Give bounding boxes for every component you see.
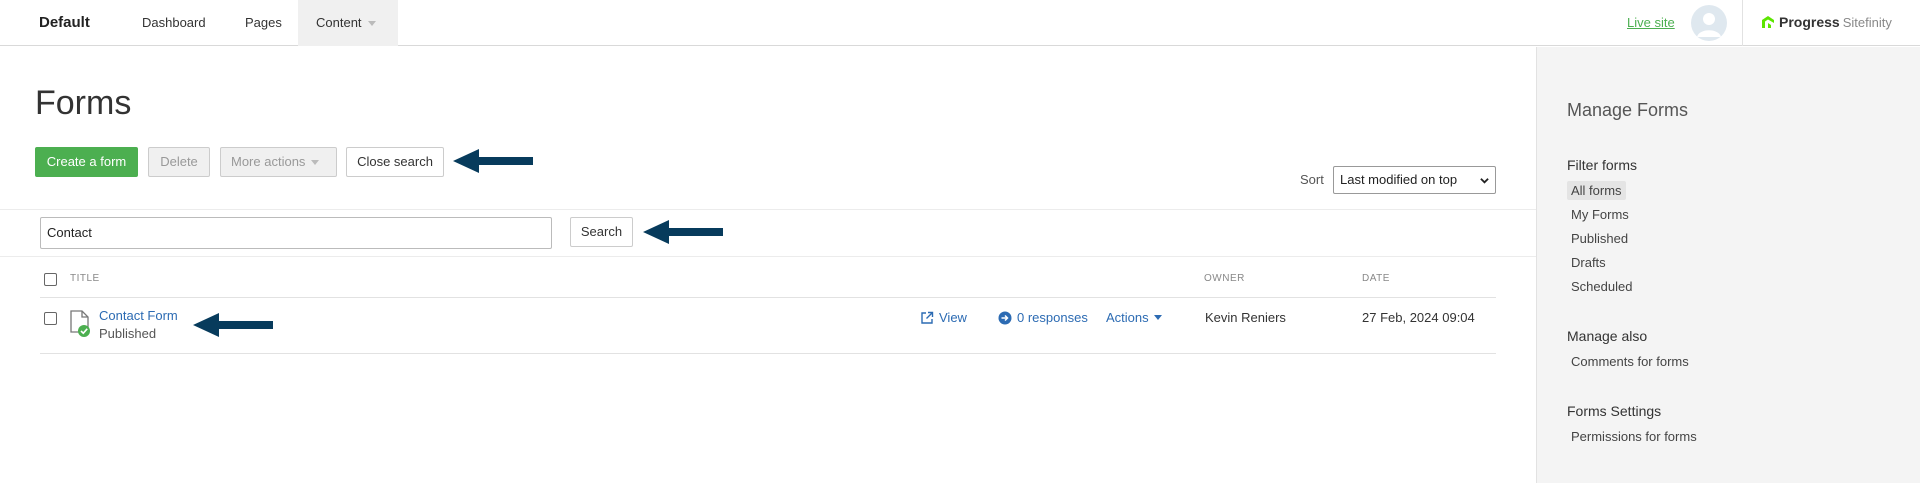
forms-settings-heading: Forms Settings [1567,403,1662,419]
search-button[interactable]: Search [570,217,633,247]
more-actions-button[interactable]: More actions [220,147,337,177]
published-form-icon [70,310,90,337]
top-bar: Default Dashboard Pages Content Live sit… [0,0,1920,46]
chevron-down-icon [367,21,376,27]
user-icon [1697,13,1721,37]
sort-select[interactable]: Last modified on top [1333,166,1496,194]
view-link[interactable]: View [920,310,967,325]
responses-label: 0 responses [1017,310,1088,325]
date-cell: 27 Feb, 2024 09:04 [1362,310,1475,325]
sort-label: Sort [1300,172,1324,187]
external-link-icon [921,311,934,324]
divider [40,297,1496,298]
status-text: Published [99,326,157,341]
avatar[interactable] [1691,5,1727,41]
filter-drafts[interactable]: Drafts [1567,253,1610,272]
filter-forms-heading: Filter forms [1567,157,1637,173]
arrow-left-icon [643,220,723,244]
nav-pages[interactable]: Pages [245,0,282,46]
manage-forms-sidebar: Manage Forms Filter forms All forms My F… [1536,47,1920,483]
page-title: Forms [35,84,132,122]
manage-also-heading: Manage also [1567,328,1648,344]
sort-selected-value: Last modified on top [1340,172,1458,187]
more-actions-label: More actions [231,154,306,169]
column-header-owner[interactable]: OWNER [1204,273,1245,284]
divider [40,353,1496,354]
column-header-title[interactable]: TITLE [70,273,100,284]
filter-published[interactable]: Published [1567,229,1632,248]
column-header-date[interactable]: DATE [1362,273,1390,284]
owner-cell: Kevin Reniers [1205,310,1286,325]
delete-button[interactable]: Delete [148,147,210,177]
close-search-button[interactable]: Close search [346,147,444,177]
arrow-left-icon [453,149,533,173]
arrow-circle-right-icon [998,311,1012,324]
divider [0,256,1536,257]
progress-sitefinity-logo: Progress Sitefinity [1760,12,1892,32]
logo-sitefinity-text: Sitefinity [1842,14,1892,30]
comments-for-forms-link[interactable]: Comments for forms [1567,352,1693,371]
chevron-down-icon [1480,178,1489,184]
filter-scheduled[interactable]: Scheduled [1567,277,1636,296]
filter-my-forms[interactable]: My Forms [1567,205,1633,224]
progress-logo-icon [1762,16,1774,28]
actions-dropdown[interactable]: Actions [1106,310,1162,325]
logo-progress-text: Progress [1779,14,1840,30]
live-site-link[interactable]: Live site [1627,15,1675,30]
nav-content-label: Content [316,15,362,30]
arrow-left-icon [193,313,273,337]
chevron-down-icon [311,160,320,166]
form-title-link[interactable]: Contact Form [99,308,178,323]
actions-label: Actions [1106,310,1149,325]
topbar-divider [1742,0,1743,46]
row-checkbox[interactable] [44,312,57,325]
view-label: View [939,310,967,325]
chevron-down-icon [1153,315,1162,320]
sidebar-title: Manage Forms [1567,100,1689,120]
responses-link[interactable]: 0 responses [998,310,1088,325]
select-all-checkbox[interactable] [44,273,57,286]
filter-all-forms[interactable]: All forms [1567,181,1626,200]
permissions-for-forms-link[interactable]: Permissions for forms [1567,427,1701,446]
create-form-button[interactable]: Create a form [35,147,138,177]
search-input[interactable]: Contact [40,217,552,249]
nav-dashboard[interactable]: Dashboard [142,0,206,46]
site-name[interactable]: Default [39,14,90,31]
nav-content[interactable]: Content [298,0,398,46]
divider [0,209,1536,210]
